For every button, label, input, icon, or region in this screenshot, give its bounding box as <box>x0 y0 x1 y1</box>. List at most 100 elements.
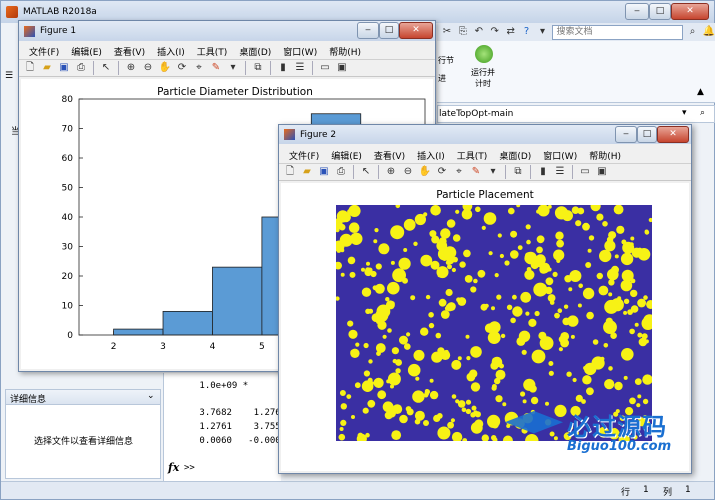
hide-plot-tools-icon[interactable]: ▭ <box>318 61 332 75</box>
menu-view[interactable]: 查看(V) <box>368 149 411 162</box>
brush-dropdown-icon[interactable]: ▾ <box>486 165 500 179</box>
link-plot-icon[interactable]: ⧉ <box>251 61 265 75</box>
menu-file[interactable]: 文件(F) <box>23 45 65 58</box>
bell-icon[interactable]: 🔔 <box>703 25 715 39</box>
data-cursor-icon[interactable]: ⌖ <box>452 165 466 179</box>
zoom-in-icon[interactable]: ⊕ <box>124 61 138 75</box>
menu-window[interactable]: 窗口(W) <box>537 149 583 162</box>
command-window[interactable]: 1.0e+09 * 3.7682 1.276 1.2761 3.755 0.00… <box>163 373 281 481</box>
particle <box>375 343 386 353</box>
path-browse-icon[interactable]: ⌕ <box>700 108 705 118</box>
pan-icon[interactable]: ✋ <box>158 61 172 75</box>
pointer-icon[interactable]: ↖ <box>359 165 373 179</box>
menu-tools[interactable]: 工具(T) <box>451 149 494 162</box>
copy-icon[interactable]: ⎘ <box>457 25 469 39</box>
figure1-minimize-button[interactable]: ‒ <box>357 22 379 39</box>
new-icon[interactable]: 🗋 <box>283 165 297 179</box>
particle <box>354 382 361 389</box>
menu-help[interactable]: 帮助(H) <box>323 45 367 58</box>
data-cursor-icon[interactable]: ⌖ <box>192 61 206 75</box>
particle <box>340 272 345 277</box>
particle <box>583 366 588 370</box>
particle <box>616 225 625 234</box>
save-icon[interactable]: ▣ <box>57 61 71 75</box>
pan-icon[interactable]: ✋ <box>418 165 432 179</box>
switch-icon[interactable]: ⇄ <box>505 25 517 39</box>
particle <box>387 372 401 386</box>
cut-icon[interactable]: ✂ <box>441 25 453 39</box>
menu-edit[interactable]: 编辑(E) <box>65 45 108 58</box>
details-header[interactable]: 详细信息 ⌄ <box>6 390 160 405</box>
watermark-logo-icon <box>505 411 563 434</box>
brush-dropdown-icon[interactable]: ▾ <box>226 61 240 75</box>
colorbar-icon[interactable]: ▮ <box>276 61 290 75</box>
menu-insert[interactable]: 插入(I) <box>411 149 451 162</box>
menu-help[interactable]: 帮助(H) <box>583 149 627 162</box>
toolbar-separator <box>378 165 379 179</box>
run-section-label[interactable]: 行节 <box>438 55 454 66</box>
search-input[interactable] <box>552 24 683 40</box>
show-plot-tools-icon[interactable]: ▣ <box>595 165 609 179</box>
legend-icon[interactable]: ☰ <box>553 165 567 179</box>
menu-edit[interactable]: 编辑(E) <box>325 149 368 162</box>
particle <box>521 349 527 355</box>
legend-icon[interactable]: ☰ <box>293 61 307 75</box>
open-icon[interactable]: ▰ <box>300 165 314 179</box>
maximize-button[interactable]: □ <box>649 3 671 20</box>
figure2-maximize-button[interactable]: □ <box>637 126 657 143</box>
save-icon[interactable]: ▣ <box>317 165 331 179</box>
figure1-close-button[interactable]: ✕ <box>399 22 433 39</box>
search-icon[interactable]: ⌕ <box>687 25 699 39</box>
menu-window[interactable]: 窗口(W) <box>277 45 323 58</box>
particle <box>473 278 478 284</box>
figure2-close-button[interactable]: ✕ <box>657 126 689 143</box>
x-tick-label: 5 <box>259 342 265 352</box>
particle <box>425 389 430 395</box>
colorbar-icon[interactable]: ▮ <box>536 165 550 179</box>
new-icon[interactable]: 🗋 <box>23 61 37 75</box>
minimize-button[interactable]: ‒ <box>625 3 649 20</box>
menu-view[interactable]: 查看(V) <box>108 45 151 58</box>
menu-desktop[interactable]: 桌面(D) <box>493 149 537 162</box>
print-icon[interactable]: ⎙ <box>334 165 348 179</box>
particle <box>395 359 402 366</box>
menu-desktop[interactable]: 桌面(D) <box>233 45 277 58</box>
advance-label[interactable]: 进 <box>438 73 446 84</box>
close-button[interactable]: ✕ <box>671 3 709 20</box>
menu-file[interactable]: 文件(F) <box>283 149 325 162</box>
pointer-icon[interactable]: ↖ <box>99 61 113 75</box>
path-dropdown-icon[interactable]: ▾ <box>682 108 687 118</box>
print-icon[interactable]: ⎙ <box>74 61 88 75</box>
open-icon[interactable]: ▰ <box>40 61 54 75</box>
undo-icon[interactable]: ↶ <box>473 25 485 39</box>
particle <box>491 421 499 429</box>
help-icon[interactable]: ? <box>521 25 533 39</box>
particle <box>440 310 450 319</box>
zoom-in-icon[interactable]: ⊕ <box>384 165 398 179</box>
figure2-minimize-button[interactable]: ‒ <box>615 126 637 143</box>
run-time-button[interactable]: 运行并 计时 <box>463 67 503 89</box>
fx-icon[interactable]: fx <box>168 461 179 474</box>
brush-icon[interactable]: ✎ <box>209 61 223 75</box>
zoom-out-icon[interactable]: ⊖ <box>401 165 415 179</box>
particle <box>642 398 649 405</box>
particle <box>492 324 499 330</box>
menu-tools[interactable]: 工具(T) <box>191 45 234 58</box>
menu-insert[interactable]: 插入(I) <box>151 45 191 58</box>
particle <box>391 430 402 440</box>
hide-plot-tools-icon[interactable]: ▭ <box>578 165 592 179</box>
rotate-icon[interactable]: ⟳ <box>435 165 449 179</box>
rotate-icon[interactable]: ⟳ <box>175 61 189 75</box>
particle <box>412 390 425 403</box>
figure1-maximize-button[interactable]: □ <box>379 22 399 39</box>
zoom-out-icon[interactable]: ⊖ <box>141 61 155 75</box>
details-collapse-icon[interactable]: ⌄ <box>147 391 155 401</box>
redo-icon[interactable]: ↷ <box>489 25 501 39</box>
details-panel: 详细信息 ⌄ 选择文件以查看详细信息 <box>5 389 161 479</box>
dropdown-icon[interactable]: ▾ <box>537 25 549 39</box>
link-plot-icon[interactable]: ⧉ <box>511 165 525 179</box>
ribbon-collapse-icon[interactable]: ▲ <box>697 87 704 97</box>
brush-icon[interactable]: ✎ <box>469 165 483 179</box>
show-plot-tools-icon[interactable]: ▣ <box>335 61 349 75</box>
current-folder-path[interactable]: lateTopOpt-main <box>439 109 513 119</box>
